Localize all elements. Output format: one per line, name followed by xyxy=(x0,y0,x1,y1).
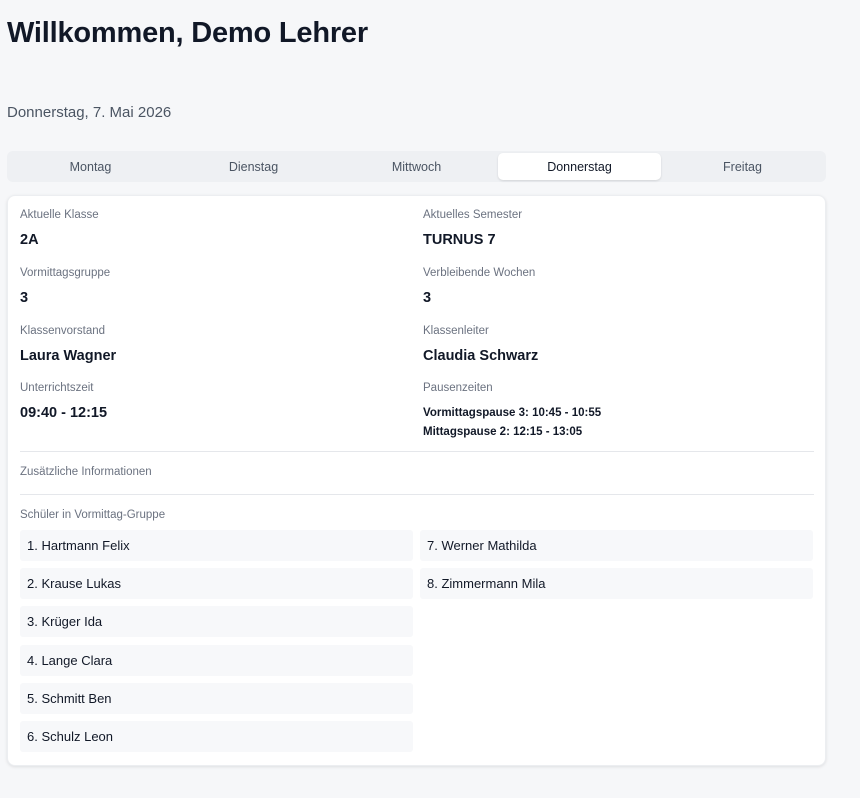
divider xyxy=(20,451,814,452)
breaks-label: Pausenzeiten xyxy=(423,382,493,394)
additional-info-label: Zusätzliche Informationen xyxy=(20,466,152,478)
current-semester-value: TURNUS 7 xyxy=(423,232,496,248)
tab-freitag[interactable]: Freitag xyxy=(661,153,824,180)
lesson-time-field: Unterrichtszeit 09:40 - 12:15 xyxy=(20,382,107,421)
lesson-time-label: Unterrichtszeit xyxy=(20,382,94,394)
current-semester-label: Aktuelles Semester xyxy=(423,209,523,221)
tab-montag[interactable]: Montag xyxy=(9,153,172,180)
students-section-label: Schüler in Vormittag-Gruppe xyxy=(20,509,166,521)
student-item: 5. Schmitt Ben xyxy=(20,683,413,714)
lesson-time-value: 09:40 - 12:15 xyxy=(20,405,108,421)
class-board-label: Klassenvorstand xyxy=(20,325,106,337)
student-item: 2. Krause Lukas xyxy=(20,568,413,599)
current-semester-field: Aktuelles Semester TURNUS 7 xyxy=(423,209,522,248)
page: Willkommen, Demo Lehrer Donnerstag, 7. M… xyxy=(0,0,860,798)
morning-group-field: Vormittagsgruppe 3 xyxy=(20,267,110,306)
divider xyxy=(20,494,814,495)
current-date: Donnerstag, 7. Mai 2026 xyxy=(7,104,172,121)
class-leader-label: Klassenleiter xyxy=(423,325,489,337)
remaining-weeks-value: 3 xyxy=(423,290,432,306)
current-class-field: Aktuelle Klasse 2A xyxy=(20,209,99,248)
current-class-value: 2A xyxy=(20,232,39,248)
student-item: 1. Hartmann Felix xyxy=(20,530,413,561)
weekday-tabs: Montag Dienstag Mittwoch Donnerstag Frei… xyxy=(7,151,826,182)
student-item: 4. Lange Clara xyxy=(20,645,413,676)
tab-donnerstag[interactable]: Donnerstag xyxy=(498,153,661,180)
student-item: 7. Werner Mathilda xyxy=(420,530,813,561)
page-title: Willkommen, Demo Lehrer xyxy=(7,17,368,49)
tab-dienstag[interactable]: Dienstag xyxy=(172,153,335,180)
class-leader-value: Claudia Schwarz xyxy=(423,348,539,364)
student-item: 8. Zimmermann Mila xyxy=(420,568,813,599)
remaining-weeks-field: Verbleibende Wochen 3 xyxy=(423,267,535,306)
tab-mittwoch[interactable]: Mittwoch xyxy=(335,153,498,180)
class-leader-field: Klassenleiter Claudia Schwarz xyxy=(423,325,538,364)
remaining-weeks-label: Verbleibende Wochen xyxy=(423,267,536,279)
class-board-value: Laura Wagner xyxy=(20,348,117,364)
breaks-field: Pausenzeiten Vormittagspause 3: 10:45 - … xyxy=(423,382,601,442)
break-item: Mittagspause 2: 12:15 - 13:05 xyxy=(423,426,583,438)
student-item: 6. Schulz Leon xyxy=(20,721,413,752)
morning-group-label: Vormittagsgruppe xyxy=(20,267,111,279)
breaks-values: Vormittagspause 3: 10:45 - 10:55 Mittags… xyxy=(423,404,601,442)
class-board-field: Klassenvorstand Laura Wagner xyxy=(20,325,116,364)
class-info-card: Aktuelle Klasse 2A Aktuelles Semester TU… xyxy=(7,195,826,766)
morning-group-value: 3 xyxy=(20,290,29,306)
current-class-label: Aktuelle Klasse xyxy=(20,209,99,221)
student-item: 3. Krüger Ida xyxy=(20,606,413,637)
break-item: Vormittagspause 3: 10:45 - 10:55 xyxy=(423,407,602,419)
